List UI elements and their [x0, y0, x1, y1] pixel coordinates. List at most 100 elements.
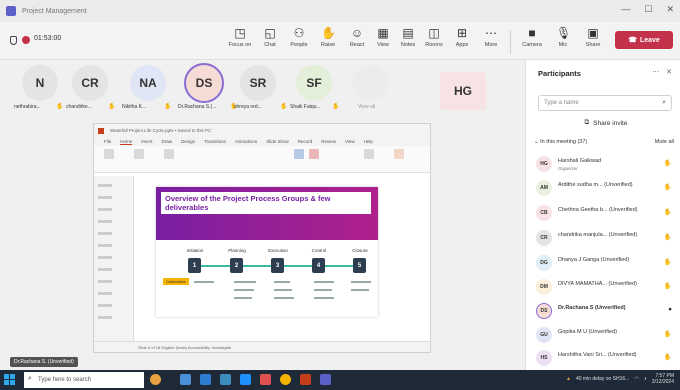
ribbon-button[interactable] — [394, 149, 404, 159]
share-button[interactable]: ▣ Share — [578, 26, 608, 48]
camera-off-icon: ■ — [528, 26, 536, 40]
ppt-menu-item[interactable]: View — [345, 139, 355, 144]
people-button[interactable]: ⚇ People — [284, 26, 314, 48]
ppt-menu-item[interactable]: Insert — [141, 139, 152, 144]
hand-icon: ✋ — [280, 104, 288, 110]
ppt-menu-item[interactable]: Record — [298, 139, 313, 144]
raise-hand-button[interactable]: ✋ Raise — [313, 26, 343, 48]
ppt-menu-item[interactable]: File — [104, 139, 111, 144]
participant-row[interactable]: CR chandrika manjula... (Unverified) ✋ — [532, 227, 676, 249]
avatar: CB — [536, 205, 552, 221]
start-button[interactable] — [4, 374, 15, 385]
current-slide[interactable]: Overview of the Project Process Groups &… — [156, 187, 378, 317]
participant-name: Dr.Rachana S (Unverified) — [558, 305, 626, 311]
mute-all-button[interactable]: Mute all — [655, 139, 674, 151]
edge-icon[interactable] — [200, 374, 211, 385]
ppt-menu-item[interactable]: Home — [120, 139, 133, 145]
ppt-menu-item[interactable]: Slide Show — [266, 139, 289, 144]
share-invite-button[interactable]: ⧉ Share invite — [560, 116, 652, 130]
teams-icon[interactable] — [320, 374, 331, 385]
in-meeting-section: ⌄ In this meeting (37) Mute all — [534, 139, 674, 151]
participant-avatar[interactable]: NA — [130, 65, 166, 101]
ribbon-button[interactable] — [364, 149, 374, 159]
ribbon-button[interactable] — [309, 149, 319, 159]
task-view-icon[interactable] — [180, 374, 191, 385]
mic-button[interactable]: 🎙 Mic — [548, 26, 578, 48]
chrome-icon[interactable] — [280, 374, 291, 385]
ribbon-button[interactable] — [134, 149, 144, 159]
powerpoint-icon[interactable] — [300, 374, 311, 385]
deliverable-item — [274, 289, 292, 291]
participant-name: Ardithe sudha m... (Unverified) — [558, 182, 633, 188]
participant-row[interactable]: HS Harshitha Vani Sri... (Unverified) ✋ — [532, 347, 676, 369]
powerpoint-icon — [98, 127, 104, 134]
participant-avatar-active-speaker[interactable]: DS — [184, 63, 224, 103]
phase-label: Planning — [228, 248, 246, 253]
ppt-menu-item[interactable]: Design — [181, 139, 195, 144]
focus-button[interactable]: ◳ Focus on — [225, 26, 255, 48]
ppt-ribbon — [94, 146, 430, 173]
ribbon-button[interactable] — [164, 149, 174, 159]
more-options-icon[interactable]: ⋯ — [652, 68, 659, 76]
apps-button[interactable]: ⊞ Apps — [447, 26, 477, 48]
close-icon[interactable]: ✕ — [666, 4, 674, 15]
clock[interactable]: 7:57 PM 3/12/2024 — [652, 373, 674, 385]
participant-search-input[interactable]: Type a name ⌕ — [538, 95, 672, 111]
taskbar-search-input[interactable]: ⌕ Type here to search — [24, 372, 144, 388]
section-label[interactable]: ⌄ In this meeting (37) — [534, 139, 587, 151]
camera-button[interactable]: ■ Camera — [517, 26, 547, 48]
participant-avatar[interactable]: N — [22, 65, 58, 101]
weather-icon[interactable] — [150, 374, 161, 385]
participant-row[interactable]: CB Chethna Geetha b... (Unverified) ✋ — [532, 202, 676, 224]
participant-name: Dr.Rachana S.(... — [178, 104, 217, 110]
ppt-menu-item[interactable]: Review — [321, 139, 336, 144]
title-bar: Project Management — ☐ ✕ — [0, 0, 680, 22]
participant-name: Gopika M U (Unverified) — [558, 329, 617, 335]
slide-thumbnail-pane[interactable] — [94, 176, 134, 342]
wifi-icon[interactable]: ◠ — [634, 376, 638, 382]
share-icon: ⧉ — [584, 119, 590, 126]
app-icon[interactable] — [260, 374, 271, 385]
close-icon[interactable]: ✕ — [666, 68, 672, 76]
more-button[interactable]: ⋯ More — [476, 26, 506, 48]
thumbnail-mark — [98, 232, 112, 235]
rooms-button[interactable]: ◫ Rooms — [419, 26, 449, 48]
participant-avatar[interactable]: SR — [240, 65, 276, 101]
participant-row-speaking[interactable]: DS Dr.Rachana S (Unverified) ● — [532, 300, 676, 322]
view-all-button[interactable] — [352, 65, 388, 101]
panel-title: Participants — [538, 69, 581, 78]
ribbon-button[interactable] — [294, 149, 304, 159]
phase-node: 2 — [230, 258, 243, 273]
participant-row[interactable]: DM DIVYA MAMATHA... (Unverified) ✋ — [532, 276, 676, 298]
participant-row[interactable]: AM Ardithe sudha m... (Unverified) ✋ — [532, 177, 676, 199]
ppt-menu-item[interactable]: Draw — [162, 139, 173, 144]
phase-label: Control — [311, 248, 327, 253]
floating-participant-tile[interactable]: HG — [440, 72, 486, 110]
shared-screen[interactable]: Waterfall Project Life Cycle.pptx • Save… — [93, 123, 431, 353]
ribbon-button[interactable] — [104, 149, 114, 159]
leave-button[interactable]: ☎ Leave — [615, 31, 673, 49]
file-explorer-icon[interactable] — [220, 374, 231, 385]
phase-node: 3 — [271, 258, 284, 273]
ppt-menu-item[interactable]: Transitions — [204, 139, 226, 144]
participant-avatar[interactable]: CR — [72, 65, 108, 101]
traffic-icon: ▲ — [566, 376, 571, 382]
chat-button[interactable]: ◱ Chat — [255, 26, 285, 48]
volume-icon[interactable]: ◖ — [644, 376, 647, 382]
phase-label: Closure — [352, 248, 368, 253]
avatar: HS — [536, 350, 552, 366]
participant-row[interactable]: HG Harshali Gaikwad Organizer ✋ — [532, 153, 676, 175]
deliverable-item — [274, 281, 290, 283]
chat-icon: ◱ — [264, 26, 276, 40]
participant-avatar[interactable]: SF — [296, 65, 332, 101]
ppt-menu-item[interactable]: Help — [364, 139, 373, 144]
participant-row[interactable]: GU Gopika M U (Unverified) ✋ — [532, 324, 676, 346]
maximize-icon[interactable]: ☐ — [644, 4, 652, 15]
participant-row[interactable]: DG Dhanya J Ganga (Unverified) ✋ — [532, 252, 676, 274]
minimize-icon[interactable]: — — [621, 4, 630, 15]
thumbnail-mark — [98, 196, 112, 199]
store-icon[interactable] — [240, 374, 251, 385]
ppt-menu-item[interactable]: Animations — [235, 139, 257, 144]
tray-notification[interactable]: 40 min delay on SH16... — [576, 376, 629, 382]
view-icon: ▦ — [377, 26, 389, 40]
